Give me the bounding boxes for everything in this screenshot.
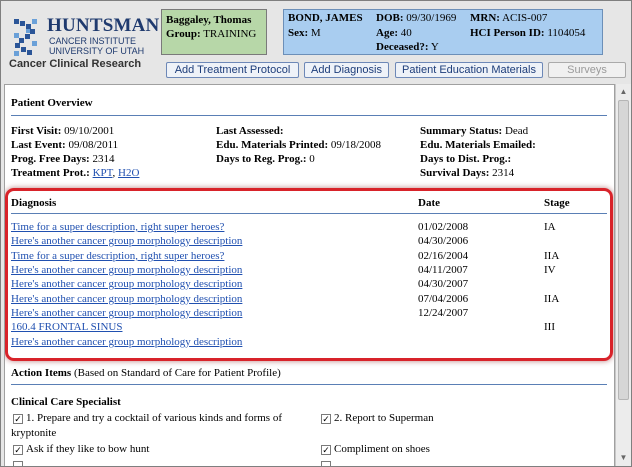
dob-label: DOB: (376, 12, 404, 24)
patient-overview-title: Patient Overview (11, 97, 93, 109)
deceased-value: Y (430, 41, 439, 53)
diagnosis-row-date: 04/11/2007 (418, 264, 468, 276)
sex-value: M (310, 27, 321, 39)
diagnosis-row-stage: IA (544, 221, 556, 233)
hci-label: HCI Person ID: (470, 27, 545, 39)
mrn-label: MRN: (470, 12, 500, 24)
diagnosis-row-stage: III (544, 321, 555, 333)
treatment-separator: , (112, 167, 116, 179)
clinical-item-1-label: 1. Prepare and try a cocktail of various… (26, 412, 282, 424)
diagnosis-row-date: 07/04/2006 (418, 293, 469, 305)
action-items-divider (11, 384, 607, 385)
summary-status-value: Dead (504, 125, 529, 137)
diagnosis-row-stage: IIA (544, 293, 560, 305)
summary-status-label: Summary Status: (420, 125, 503, 137)
group-label: Group: (166, 28, 201, 40)
first-visit-value: 09/10/2001 (64, 125, 115, 137)
hci-value: 1104054 (547, 27, 586, 39)
main-content: Patient Overview First Visit: 09/10/2001… (4, 84, 615, 466)
diagnosis-row-date: 12/24/2007 (418, 307, 469, 319)
add-treatment-protocol-button[interactable]: Add Treatment Protocol (166, 62, 299, 78)
clinical-item-2-label: 2. Report to Superman (334, 412, 434, 424)
user-name: Baggaley, Thomas (166, 14, 252, 26)
age-value: 40 (400, 27, 412, 39)
scroll-down-arrow-icon[interactable]: ▼ (618, 452, 629, 463)
checkbox-item-1[interactable]: ✓ (13, 414, 23, 424)
edu-printed-label: Edu. Materials Printed: (216, 139, 329, 151)
edu-printed-value: 09/18/2008 (330, 139, 382, 151)
checkbox-item-2[interactable]: ✓ (321, 414, 331, 424)
age-label: Age: (376, 27, 398, 39)
diagnosis-row-description[interactable]: Here's another cancer group morphology d… (11, 264, 242, 276)
survival-days-value: 2314 (492, 167, 515, 179)
sex-label: Sex: (288, 27, 309, 39)
vertical-scrollbar[interactable]: ▲ ▼ (615, 84, 631, 466)
clinical-item-3-label: Ask if they like to bow hunt (26, 443, 150, 455)
edu-emailed-label: Edu. Materials Emailed: (420, 139, 536, 151)
add-diagnosis-button[interactable]: Add Diagnosis (304, 62, 389, 78)
diagnosis-row-stage: IIA (544, 250, 560, 262)
first-visit-label: First Visit: (11, 125, 62, 137)
mrn-value: ACIS-007 (502, 12, 548, 24)
treatment-link-h2o[interactable]: H2O (118, 167, 139, 179)
diagnosis-row-date: 01/02/2008 (418, 221, 469, 233)
treatment-link-kpt[interactable]: KPT (93, 167, 113, 179)
last-event-value: 09/08/2011 (68, 139, 119, 151)
action-items-note: (Based on Standard of Care for Patient P… (73, 367, 281, 379)
patient-education-materials-button[interactable]: Patient Education Materials (395, 62, 543, 78)
diagnosis-row-description[interactable]: Here's another cancer group morphology d… (11, 235, 242, 247)
diagnosis-row-description[interactable]: Here's another cancer group morphology d… (11, 336, 242, 348)
logo-line-2: UNIVERSITY OF UTAH (49, 46, 145, 56)
diagnosis-row-date: 02/16/2004 (418, 250, 469, 262)
clinical-item-4-label: Compliment on shoes (334, 443, 430, 455)
patient-name: BOND, JAMES (288, 12, 363, 24)
date-column-header: Date (418, 197, 440, 209)
survival-days-label: Survival Days: (420, 167, 490, 179)
action-items-title: Action Items (11, 367, 72, 379)
days-reg-prog-value: 0 (309, 153, 315, 165)
deceased-label: Deceased?: (376, 41, 429, 53)
diagnosis-row-stage: IV (544, 264, 556, 276)
diagnosis-column-header: Diagnosis (11, 197, 57, 209)
checkbox-item-5[interactable] (13, 461, 23, 466)
last-assessed-label: Last Assessed: (216, 125, 284, 137)
huntsman-logo: HUNTSMAN CANCER INSTITUTE UNIVERSITY OF … (7, 15, 159, 75)
prog-free-days-label: Prog. Free Days: (11, 153, 90, 165)
section-divider (11, 115, 607, 116)
diagnosis-row-description[interactable]: Here's another cancer group morphology d… (11, 293, 242, 305)
dob-value: 09/30/1969 (406, 12, 457, 24)
days-reg-prog-label: Days to Reg. Prog.: (216, 153, 307, 165)
user-group-box: Baggaley, Thomas Group: TRAINING (161, 9, 267, 55)
logo-tagline: Cancer Clinical Research (9, 58, 142, 70)
diagnosis-row-date: 04/30/2007 (418, 278, 469, 290)
stage-column-header: Stage (544, 197, 570, 209)
diagnosis-row-description[interactable]: Here's another cancer group morphology d… (11, 278, 242, 290)
clinical-care-title: Clinical Care Specialist (11, 396, 121, 408)
logo-line-1: CANCER INSTITUTE (49, 36, 137, 46)
checkbox-item-6[interactable] (321, 461, 331, 466)
diagnosis-row-date: 04/30/2006 (418, 235, 469, 247)
diagnosis-header-divider (11, 213, 607, 214)
diagnosis-row-description[interactable]: Here's another cancer group morphology d… (11, 307, 242, 319)
diagnosis-row-description[interactable]: Time for a super description, right supe… (11, 221, 224, 233)
app-window: HUNTSMAN CANCER INSTITUTE UNIVERSITY OF … (1, 1, 631, 466)
prog-free-days-value: 2314 (92, 153, 115, 165)
checkbox-item-3[interactable]: ✓ (13, 445, 23, 455)
checkbox-item-4[interactable]: ✓ (321, 445, 331, 455)
days-dist-prog-label: Days to Dist. Prog.: (420, 153, 512, 165)
scroll-up-arrow-icon[interactable]: ▲ (618, 86, 629, 97)
diagnosis-row-description[interactable]: Time for a super description, right supe… (11, 250, 224, 262)
treatment-prot-label: Treatment Prot.: (11, 167, 90, 179)
dna-helix-icon (10, 17, 42, 57)
logo-wordmark: HUNTSMAN (47, 15, 160, 36)
scrollbar-thumb[interactable] (618, 100, 629, 400)
diagnosis-row-description[interactable]: 160.4 FRONTAL SINUS (11, 321, 122, 333)
last-event-label: Last Event: (11, 139, 66, 151)
group-value: TRAINING (203, 28, 257, 40)
surveys-button[interactable]: Surveys (548, 62, 626, 78)
clinical-item-1-label-cont: kryptonite (11, 427, 57, 439)
patient-demographics: BOND, JAMES DOB: 09/30/1969 MRN: ACIS-00… (283, 9, 603, 55)
